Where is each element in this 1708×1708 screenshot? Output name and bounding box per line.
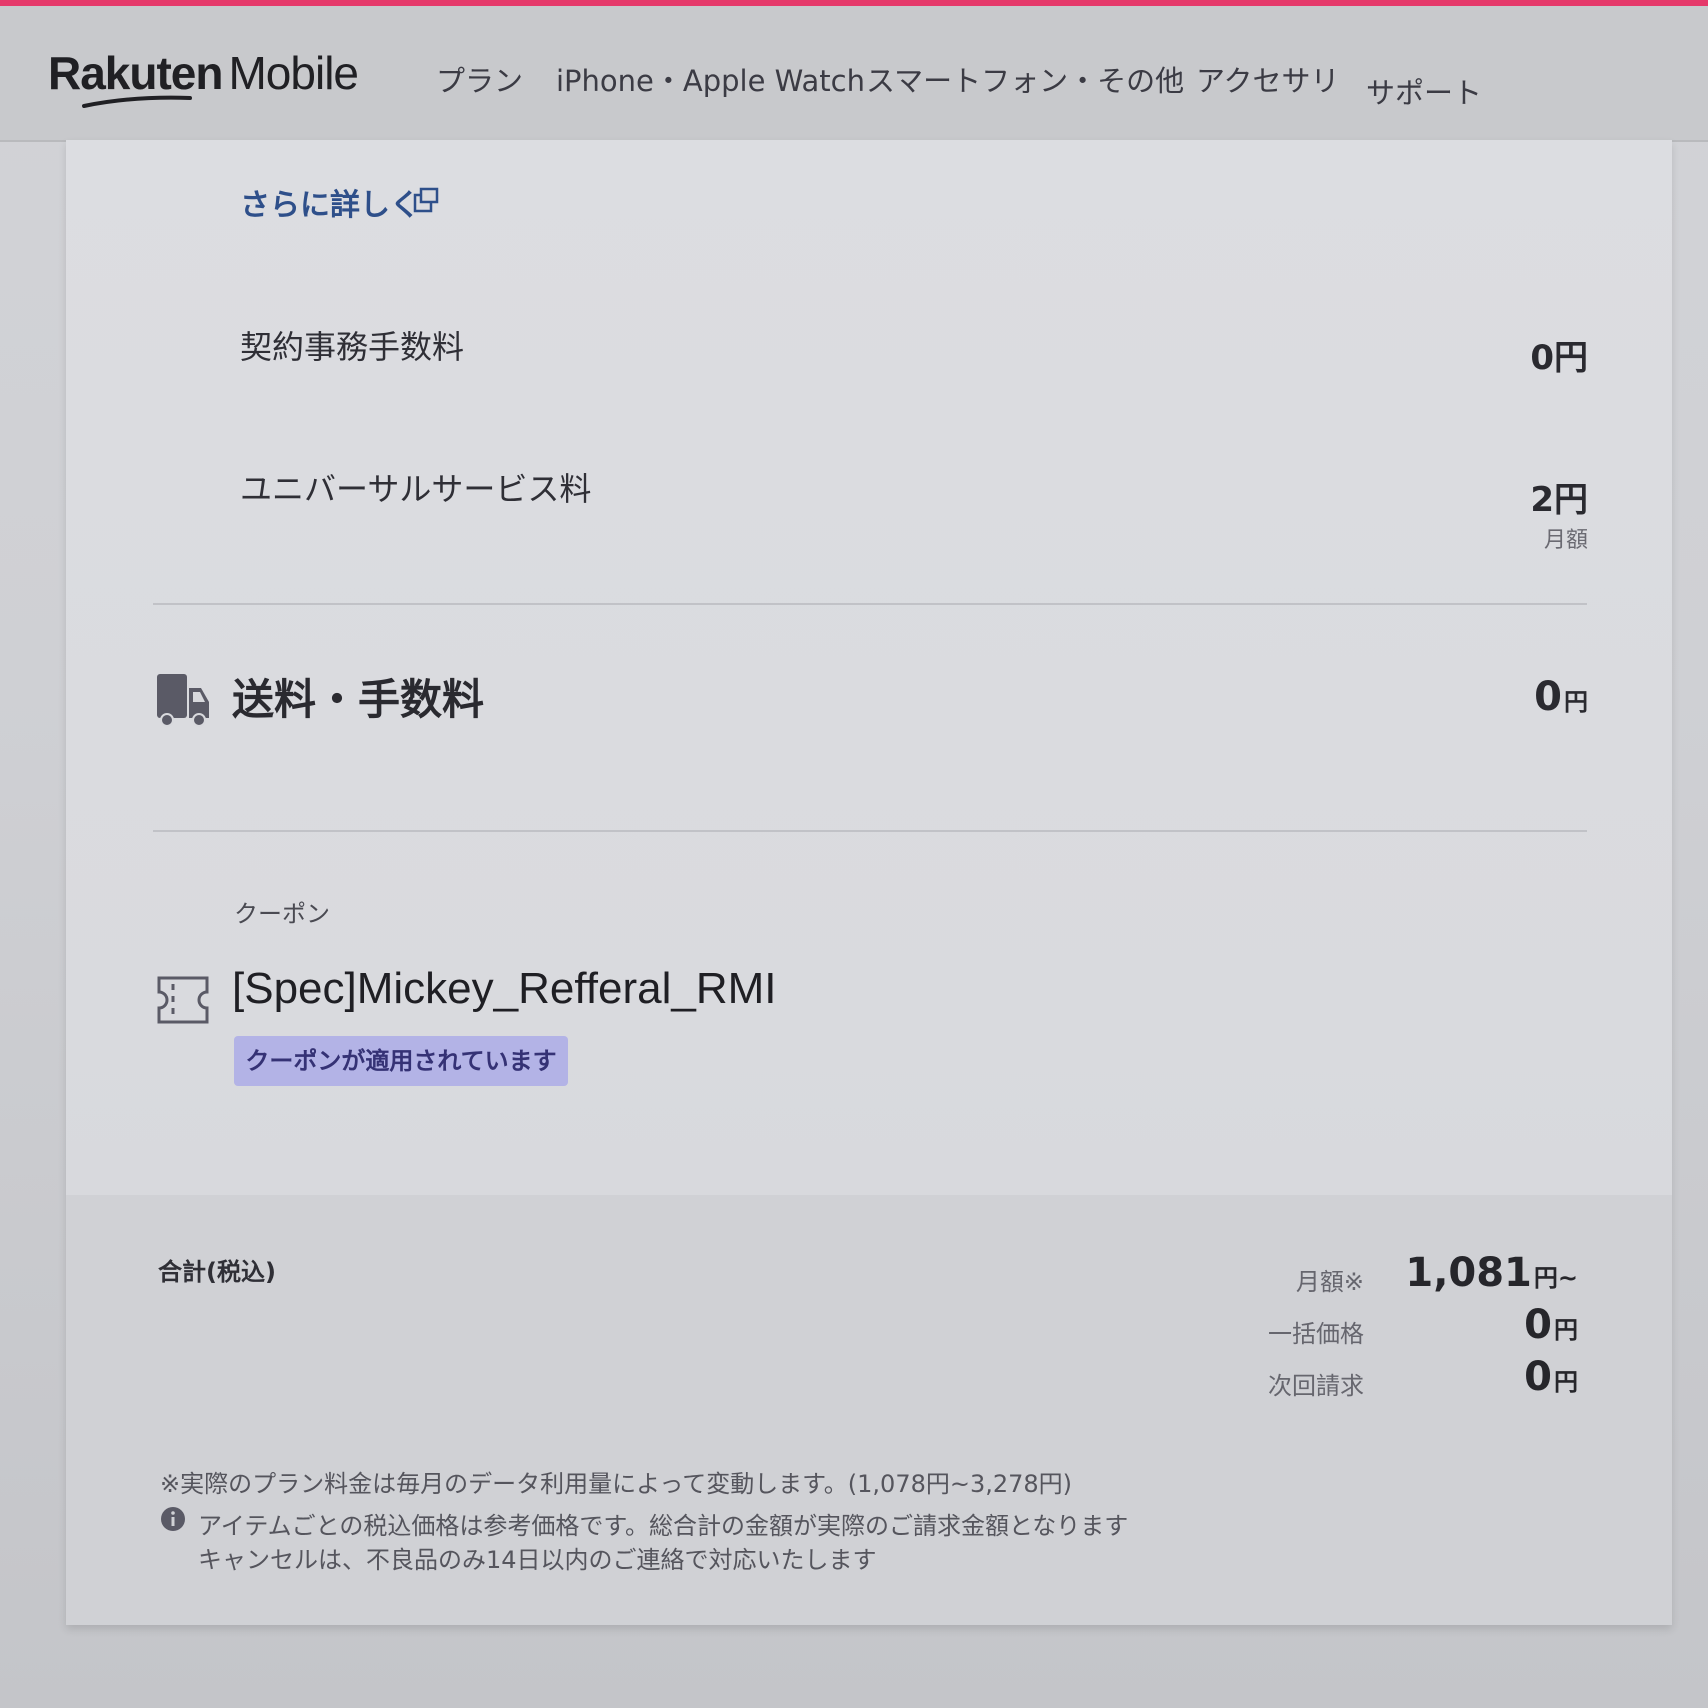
monthly-total-label: 月額※ [1295,1268,1364,1296]
coupon-section-label: クーポン [234,900,330,928]
section-divider [153,603,1587,605]
shipping-fee-title: 送料・手数料 [232,675,485,724]
logo-product: Mobile [228,47,359,99]
coupon-applied-badge: クーポンが適用されています [234,1036,568,1086]
truck-icon [157,674,209,727]
rakuten-mobile-logo[interactable]: Rakuten Mobile [48,46,359,100]
monthly-total-amount: 1,081 [1405,1250,1532,1296]
monthly-total-value: 1,081円~ [1405,1250,1578,1296]
next-billing-unit: 円 [1554,1368,1578,1396]
shipping-fee-unit: 円 [1564,688,1588,716]
info-icon [161,1507,185,1531]
nav-item-accessory[interactable]: アクセサリ [1196,58,1340,100]
ticket-icon [157,976,209,1024]
lump-sum-amount: 0 [1524,1302,1552,1348]
monthly-total-unit: 円~ [1533,1264,1578,1292]
shipping-fee-value: 0円 [1534,674,1588,720]
cancel-policy-note: キャンセルは、不良品のみ14日以内のご連絡で対応いたします [198,1546,877,1574]
plan-price-note: ※実際のプラン料金は毎月のデータ利用量によって変動します。(1,078円~3,2… [160,1470,1073,1498]
universal-fee-value: 2円 [1530,480,1588,520]
external-link-icon[interactable] [412,186,440,214]
logo-brand: Rakuten [48,47,223,99]
coupon-name: [Spec]Mickey_Refferal_RMI [232,964,777,1013]
next-billing-value: 0円 [1524,1354,1578,1400]
nav-item-plan[interactable]: プラン [436,58,523,100]
page: Rakuten Mobile プラン iPhone・Apple Watch スマー… [0,0,1708,1708]
next-billing-label: 次回請求 [1268,1372,1364,1400]
lump-sum-value: 0円 [1524,1302,1578,1348]
shipping-fee-amount: 0 [1534,674,1562,720]
lump-sum-unit: 円 [1554,1316,1578,1344]
next-billing-amount: 0 [1524,1354,1552,1400]
logo-swoosh-icon [82,95,192,108]
nav-item-support[interactable]: サポート [1366,70,1482,112]
section-divider [153,830,1587,832]
lump-sum-label: 一括価格 [1268,1320,1364,1348]
universal-fee-period: 月額 [1543,528,1588,553]
universal-fee-label: ユニバーサルサービス料 [240,470,592,508]
tax-price-note: アイテムごとの税込価格は参考価格です。総合計の金額が実際のご請求金額となります [198,1512,1129,1540]
contract-fee-label: 契約事務手数料 [240,328,465,366]
more-details-link[interactable]: さらに詳しく [240,180,420,224]
site-header: Rakuten Mobile プラン iPhone・Apple Watch スマー… [0,6,1708,142]
nav-item-iphone[interactable]: iPhone・Apple Watch [556,58,865,100]
contract-fee-value: 0円 [1530,338,1588,378]
total-title: 合計(税込) [158,1258,276,1286]
nav-item-smartphone[interactable]: スマートフォン・その他 [866,58,1184,100]
